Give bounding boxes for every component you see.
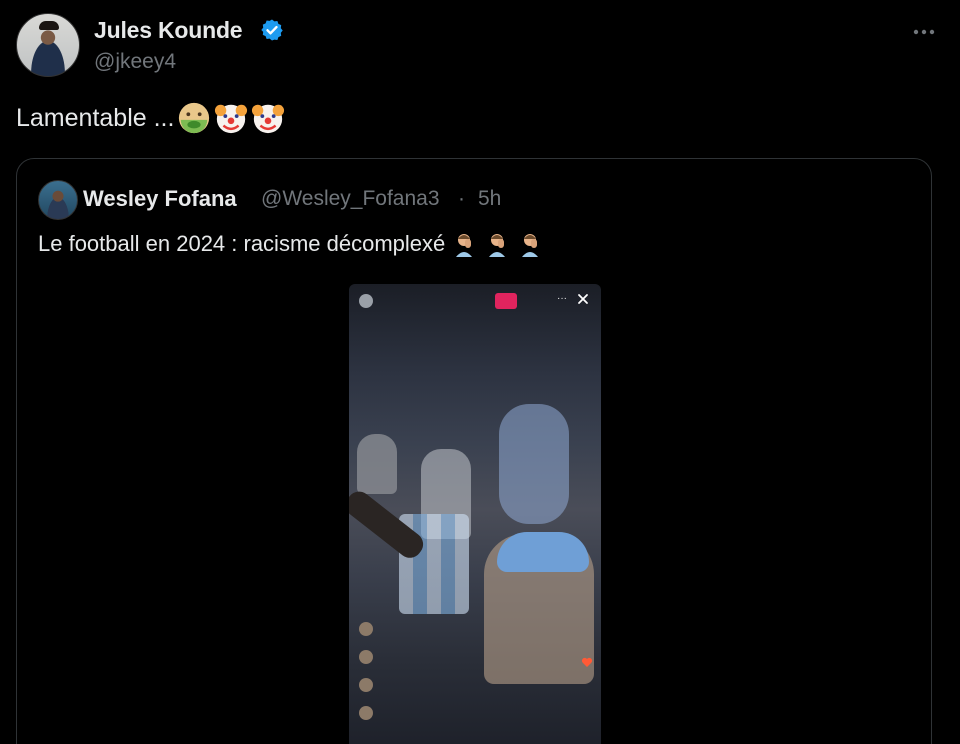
man-facepalming-emoji xyxy=(522,234,539,257)
commenter-avatar xyxy=(359,650,373,664)
quoted-author-name[interactable]: Wesley Fofana xyxy=(83,186,237,212)
live-badge xyxy=(495,293,517,309)
embedded-video[interactable]: ··· xyxy=(349,284,601,744)
quoted-author-handle[interactable]: @Wesley_Fofana3 xyxy=(261,187,440,211)
live-comment xyxy=(359,674,519,700)
man-facepalming-emoji xyxy=(489,234,506,257)
quoted-post-text-content: Le football en 2024 : racisme décomplexé xyxy=(38,231,446,256)
post-header: Jules Kounde @jkeey4 xyxy=(16,13,944,79)
live-comment xyxy=(359,702,519,728)
more-horizontal-icon xyxy=(913,29,935,35)
author-avatar[interactable] xyxy=(16,13,80,77)
post-text-content: Lamentable ... xyxy=(16,103,175,132)
clown-face-emoji xyxy=(252,104,285,134)
live-comment xyxy=(359,618,519,644)
quoted-post-card[interactable]: Wesley Fofana @Wesley_Fofana3 · 5h Le fo… xyxy=(16,158,932,744)
author-handle[interactable]: @jkeey4 xyxy=(94,50,176,74)
video-scene-shape xyxy=(499,404,569,524)
live-comments-overlay xyxy=(359,618,519,730)
more-options-button[interactable] xyxy=(904,17,944,47)
commenter-avatar xyxy=(359,706,373,720)
man-facepalming-emoji xyxy=(456,234,473,257)
streamer-avatar xyxy=(359,294,373,308)
video-scene-shape xyxy=(357,434,397,494)
quoted-post-time[interactable]: 5h xyxy=(478,187,501,211)
live-comment xyxy=(359,646,519,672)
quoted-author-avatar[interactable] xyxy=(38,180,78,220)
close-icon xyxy=(578,294,588,304)
commenter-avatar xyxy=(359,622,373,636)
commenter-avatar xyxy=(359,678,373,692)
video-scene-shape xyxy=(497,532,589,572)
nauseated-face-emoji xyxy=(179,102,210,134)
meta-separator: · xyxy=(458,187,465,210)
clown-face-emoji xyxy=(215,104,248,134)
post-text: Lamentable ... xyxy=(16,101,285,135)
heart-icon xyxy=(581,657,593,667)
verified-badge-icon xyxy=(261,19,283,41)
more-horizontal-icon: ··· xyxy=(557,293,567,304)
quoted-post-text: Le football en 2024 : racisme décomplexé xyxy=(38,231,544,257)
author-name[interactable]: Jules Kounde xyxy=(94,17,243,44)
live-stream-overlay-header: ··· xyxy=(359,292,591,312)
